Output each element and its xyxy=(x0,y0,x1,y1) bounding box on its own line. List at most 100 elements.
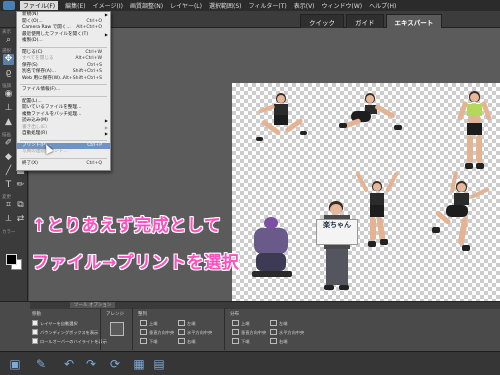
distribute-top-button[interactable]: 上端 xyxy=(232,320,249,327)
align-hcenter-button[interactable]: 水平方向中央 xyxy=(178,329,212,336)
show-rollover-highlight-checkbox[interactable]: ロールオーバーのハイライトを表示 xyxy=(32,338,107,345)
show-bounding-box-checkbox[interactable]: バウンディングボックスを表示 xyxy=(32,329,98,336)
menu-separator xyxy=(20,156,107,159)
rotate-icon[interactable]: ⟳ xyxy=(108,357,122,371)
align-left-button[interactable]: 左端 xyxy=(178,320,195,327)
photo-figure-leap xyxy=(432,170,500,269)
file-menu-item[interactable]: 複製(D)... xyxy=(17,38,110,45)
file-menu-item-label: 最近使用したファイルを開く(T) xyxy=(22,31,89,37)
photo-figure-jump xyxy=(355,169,400,259)
photo-figure-sign-holder: 楽ちゃん xyxy=(314,201,360,293)
recompose-tool-icon[interactable]: ⧉ xyxy=(15,200,26,211)
menu-help[interactable]: ヘルプ(H) xyxy=(369,1,396,10)
file-menu-item-label: 自動処理(R) xyxy=(22,131,48,136)
file-menu-item-label: 配置(L)... xyxy=(22,98,42,104)
red-eye-tool-icon[interactable]: ◉ xyxy=(3,89,14,100)
file-menu-item-label: 終了(X) xyxy=(22,160,38,166)
layout-icon[interactable]: ▦ xyxy=(132,357,146,371)
menu-separator xyxy=(20,94,107,97)
menu-enhance[interactable]: 画質調整(N) xyxy=(130,1,163,10)
photo-figure-standing xyxy=(455,91,495,173)
clone-stamp-icon[interactable]: ⊥ xyxy=(3,103,14,114)
file-menu-item[interactable]: 自動処理(R) ▶ xyxy=(17,131,110,138)
app-window: ファイル(F) 編集(E) イメージ(I) 画質調整(N) レイヤー(L) 選択… xyxy=(0,0,500,375)
file-menu-item-label: 書き出し(E) xyxy=(22,124,47,130)
distribute-left-button[interactable]: 左端 xyxy=(270,320,287,327)
menu-file[interactable]: ファイル(F) xyxy=(20,1,59,10)
straighten-tool-icon[interactable]: ⟂ xyxy=(3,214,14,225)
file-menu-item: 写真の連続プリント... xyxy=(17,149,110,156)
align-top-button[interactable]: 上端 xyxy=(140,320,157,327)
app-logo-icon xyxy=(3,1,15,10)
align-right-button[interactable]: 右端 xyxy=(178,338,195,345)
type-tool-icon[interactable]: T xyxy=(3,180,14,191)
file-menu-item-label: 保存(S) xyxy=(22,62,38,68)
bottom-taskbar: ▣ ✎ ↶ ↷ ⟳ ▦ ▤ xyxy=(0,351,500,375)
menu-view[interactable]: 表示(V) xyxy=(294,1,315,10)
paint-bucket-icon[interactable]: ◆ xyxy=(3,152,14,163)
align-vcenter-button[interactable]: 垂直方向中央 xyxy=(140,329,174,336)
photo-figure-lunge xyxy=(254,91,310,149)
document-canvas[interactable]: 楽ちゃん xyxy=(232,83,500,306)
arrange-icon[interactable] xyxy=(110,322,124,336)
menu-separator xyxy=(20,82,107,85)
file-menu-item-label: ファイル情報(F)... xyxy=(22,87,61,92)
foreground-color-swatch[interactable] xyxy=(6,254,17,265)
photo-bin-icon[interactable]: ▣ xyxy=(8,357,22,371)
sign-board: 楽ちゃん xyxy=(316,219,358,245)
file-menu-item-label: すべてを閉じる xyxy=(22,56,54,61)
menu-layer[interactable]: レイヤー(L) xyxy=(170,1,202,10)
file-menu-item-label: 複数ファイルをバッチ処理... xyxy=(22,111,82,117)
crop-tool-icon[interactable]: ⌗ xyxy=(3,200,14,211)
tool-options-icon[interactable]: ✎ xyxy=(34,357,48,371)
file-menu-item-shortcut: Alt+Shift+Ctrl+S xyxy=(62,75,102,81)
content-move-tool-icon[interactable]: ⇄ xyxy=(15,214,26,225)
distribute-vcenter-button[interactable]: 垂直方向中央 xyxy=(232,329,266,336)
auto-select-layer-checkbox[interactable]: レイヤーを自動選択 xyxy=(32,320,78,327)
file-menu-item-label: 新規(N) xyxy=(22,12,39,17)
file-menu-item-label: 開く(O)... xyxy=(22,18,43,24)
file-menu-item-label: 閉じる(C) xyxy=(22,49,43,55)
file-menu-item-shortcut: Ctrl+Q xyxy=(86,160,102,166)
menu-window[interactable]: ウィンドウ(W) xyxy=(322,1,363,10)
file-menu-item[interactable]: Web 用に保存(W)... Alt+Shift+Ctrl+S xyxy=(17,76,110,83)
move-tool-icon[interactable]: ✥ xyxy=(3,54,14,65)
distribute-right-button[interactable]: 右端 xyxy=(270,338,287,345)
file-menu-item[interactable]: 終了(X) Ctrl+Q xyxy=(17,161,110,168)
distribute-bottom-button[interactable]: 下端 xyxy=(232,338,249,345)
menu-bar: ファイル(F) 編集(E) イメージ(I) 画質調整(N) レイヤー(L) 選択… xyxy=(0,0,500,11)
arrange-section-title: アレンジ xyxy=(106,312,124,317)
move-section-title: 移動 xyxy=(32,312,41,317)
annotation-line-2: ファイル→プリントを選択 xyxy=(32,253,240,273)
photo-figure-crouched-jacket xyxy=(246,213,298,293)
file-menu-item-label: Web 用に保存(W)... xyxy=(22,75,65,81)
file-menu-item-label: 別名で保存(A)... xyxy=(22,69,57,74)
file-menu-item[interactable]: ファイル情報(F)... xyxy=(17,87,110,94)
file-menu-item-label: Camera Raw で開く... xyxy=(22,25,71,30)
pencil-tool-icon[interactable]: ✏ xyxy=(15,180,26,191)
menu-select[interactable]: 選択範囲(S) xyxy=(209,1,242,10)
toolbox-section-color: カラー xyxy=(2,230,16,235)
zoom-tool-icon[interactable]: ⌕ xyxy=(3,35,14,46)
sponge-tool-icon[interactable]: ▲ xyxy=(3,117,14,128)
annotation-line-1: ↑とりあえず完成として xyxy=(32,216,222,236)
menu-filter[interactable]: フィルター(T) xyxy=(249,1,287,10)
submenu-arrow-icon: ▶ xyxy=(104,131,108,136)
undo-icon[interactable]: ↶ xyxy=(62,357,76,371)
file-menu-item-label: 開いているファイルを整理... xyxy=(22,105,82,110)
distribute-section-title: 分布 xyxy=(230,312,239,317)
distribute-hcenter-button[interactable]: 水平方向中央 xyxy=(270,329,304,336)
lasso-tool-icon[interactable]: ϱ xyxy=(3,68,14,79)
organizer-icon[interactable]: ▤ xyxy=(152,357,166,371)
eyedropper-icon[interactable]: ╱ xyxy=(3,166,14,177)
menu-image[interactable]: イメージ(I) xyxy=(93,1,123,10)
align-bottom-button[interactable]: 下端 xyxy=(140,338,157,345)
redo-icon[interactable]: ↷ xyxy=(84,357,98,371)
tool-options-tab[interactable]: ツール オプション xyxy=(70,302,116,308)
photo-figure-crouch xyxy=(339,91,411,141)
brush-tool-icon[interactable]: ✐ xyxy=(3,138,14,149)
menu-edit[interactable]: 編集(E) xyxy=(65,1,85,10)
file-menu-item-label: 読み込み(M) xyxy=(22,118,48,123)
tool-options-panel: ツール オプション 移動 レイヤーを自動選択 バウンディングボックスを表示 ロー… xyxy=(0,301,500,351)
align-section-title: 整列 xyxy=(138,312,147,317)
